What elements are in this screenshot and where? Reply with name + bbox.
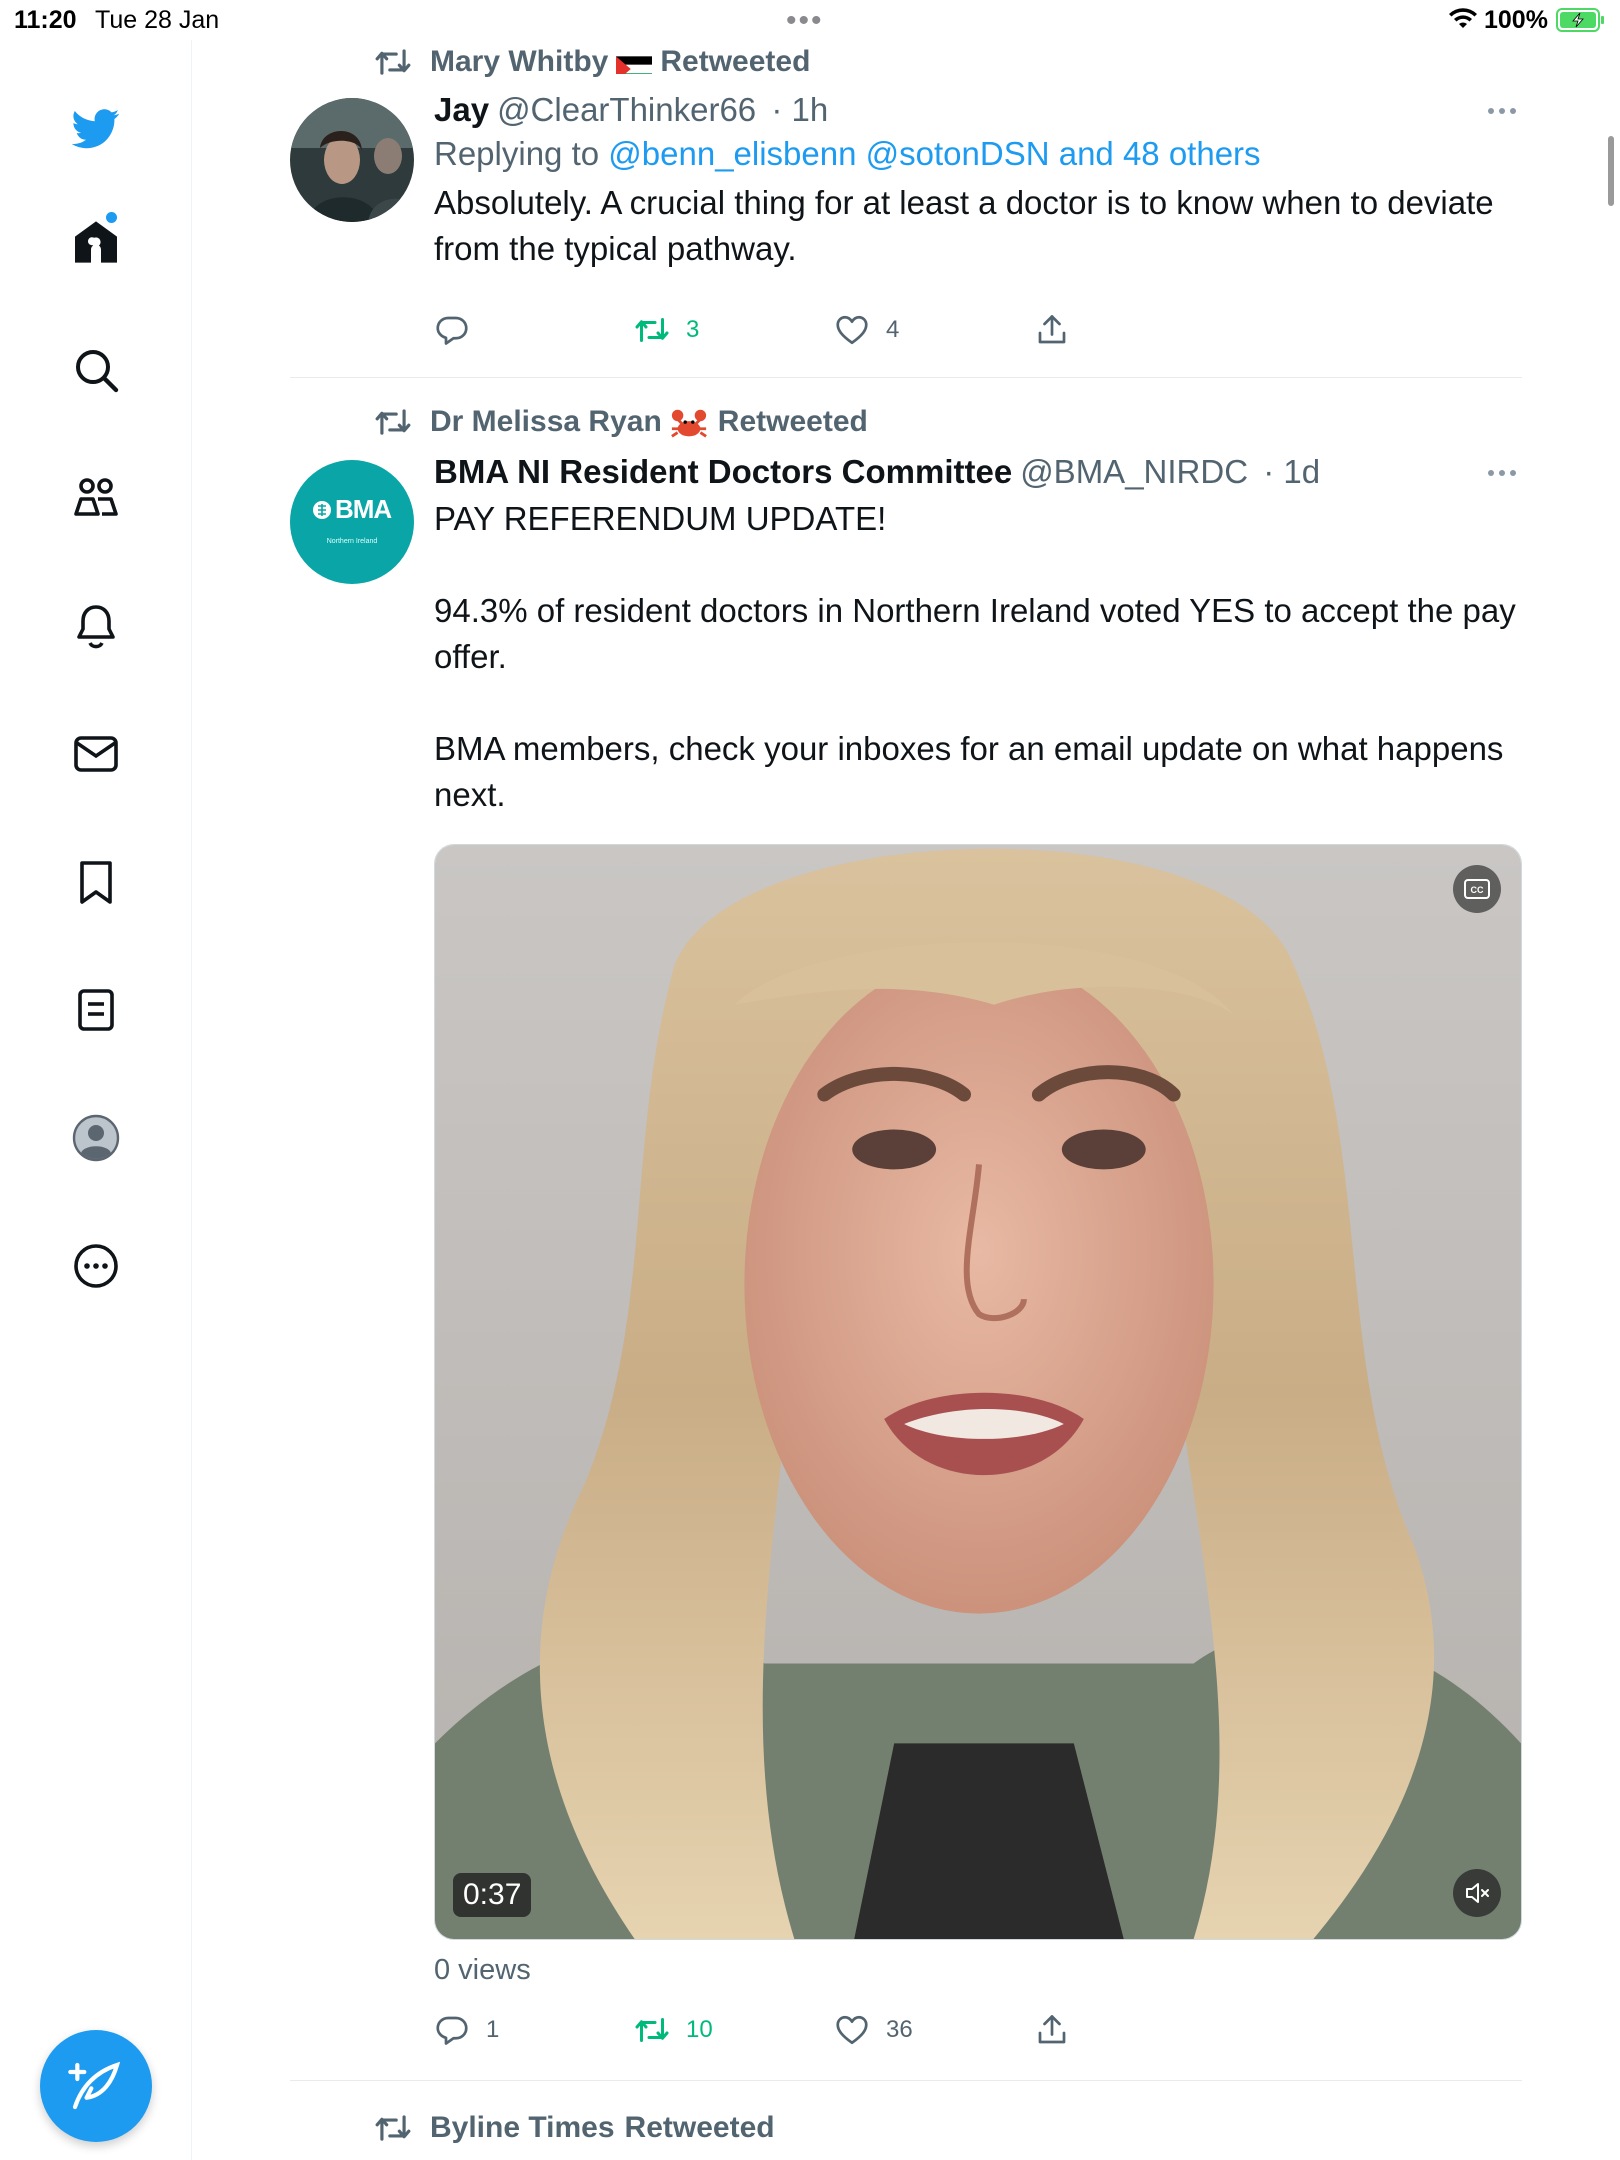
- replying-to-label: Replying to: [434, 135, 600, 172]
- communities-icon[interactable]: [56, 458, 136, 538]
- view-count: 0 views: [434, 1954, 531, 1986]
- retweeted-label: Retweeted: [660, 45, 811, 78]
- share-button[interactable]: [1034, 2008, 1086, 2052]
- retweet-icon: [375, 409, 411, 435]
- compose-button[interactable]: [40, 2030, 152, 2142]
- home-icon[interactable]: [56, 202, 136, 282]
- retweet-icon: [375, 2115, 411, 2141]
- captions-icon: CC: [1464, 879, 1490, 899]
- ellipsis-icon: [1488, 108, 1516, 114]
- retweet-header: Dr Melissa Ryan Retweeted: [374, 402, 868, 442]
- author-handle[interactable]: @BMA_NIRDC: [1020, 453, 1248, 490]
- tweet-header: Jay @ClearThinker66 · 1h: [434, 90, 1522, 130]
- captions-button[interactable]: CC: [1453, 865, 1501, 913]
- tweet-text: PAY REFERENDUM UPDATE! 94.3% of resident…: [434, 500, 1516, 813]
- status-bar: 11:20 Tue 28 Jan ••• 100%: [0, 0, 1620, 40]
- share-button[interactable]: [1034, 308, 1086, 352]
- replying-to-users-link[interactable]: @benn_elisbenn @sotonDSN and 48 others: [608, 135, 1260, 172]
- video-thumbnail: [435, 845, 1521, 1939]
- like-count: 36: [886, 2016, 913, 2043]
- search-icon[interactable]: [56, 330, 136, 410]
- tweet-divider: [290, 2080, 1522, 2081]
- multitasking-dots-icon[interactable]: •••: [786, 4, 824, 38]
- avatar[interactable]: BMA Northern Ireland: [290, 460, 414, 584]
- reply-button[interactable]: 1: [434, 2008, 499, 2052]
- bma-emblem-icon: [313, 500, 331, 519]
- like-button[interactable]: 36: [834, 2008, 913, 2052]
- retweeter-name[interactable]: Byline Times: [430, 2111, 615, 2145]
- sidebar: [0, 40, 192, 2160]
- tweet-actions: 3 4: [434, 308, 1134, 352]
- retweeted-label: Retweeted: [624, 2111, 775, 2144]
- retweet-count: 3: [686, 316, 700, 343]
- replying-to: Replying to @benn_elisbenn @sotonDSN and…: [434, 130, 1522, 178]
- retweet-count: 10: [686, 2016, 713, 2043]
- status-date: Tue 28 Jan: [95, 6, 220, 34]
- tweet-time[interactable]: · 1h: [771, 91, 828, 128]
- video-player[interactable]: CC 0:37: [434, 844, 1522, 1940]
- author-handle[interactable]: @ClearThinker66: [497, 91, 756, 128]
- bma-logo-text: BMA: [335, 494, 392, 524]
- retweet-button[interactable]: 3: [634, 308, 699, 352]
- like-count: 4: [886, 316, 900, 343]
- retweeter-name[interactable]: Dr Melissa Ryan: [430, 405, 662, 439]
- battery-charging-icon: [1556, 8, 1604, 32]
- messages-icon[interactable]: [56, 714, 136, 794]
- tweet-divider: [290, 377, 1522, 378]
- twitter-logo-icon[interactable]: [56, 88, 136, 168]
- profile-icon[interactable]: [56, 1098, 136, 1178]
- lists-icon[interactable]: [56, 970, 136, 1050]
- retweeter-name[interactable]: Mary Whitby: [430, 45, 608, 79]
- author-name[interactable]: Jay: [434, 91, 489, 128]
- heart-icon: [836, 2015, 868, 2045]
- retweet-icon: [635, 318, 669, 342]
- crab-emoji-icon: [670, 405, 710, 439]
- tweet-header: BMA NI Resident Doctors Committee @BMA_NI…: [434, 452, 1522, 492]
- reply-count: 1: [486, 2016, 500, 2043]
- new-activity-dot: [106, 212, 117, 223]
- more-options-button[interactable]: [1482, 96, 1522, 126]
- retweet-icon: [635, 2018, 669, 2042]
- tweet[interactable]: Mary Whitby Retweeted Jay @ClearThinker66…: [290, 40, 1522, 380]
- svg-text:CC: CC: [1471, 885, 1484, 895]
- reply-icon: [436, 2016, 468, 2045]
- bookmarks-icon[interactable]: [56, 842, 136, 922]
- retweet-header: Byline Times Retweeted: [374, 2108, 775, 2148]
- retweet-header: Mary Whitby Retweeted: [374, 42, 810, 82]
- wifi-icon: [1449, 8, 1477, 28]
- tweet-text: Absolutely. A crucial thing for at least…: [434, 184, 1503, 267]
- more-options-button[interactable]: [1482, 458, 1522, 488]
- retweet-button[interactable]: 10: [634, 2008, 713, 2052]
- reply-button[interactable]: [434, 308, 486, 352]
- author-name[interactable]: BMA NI Resident Doctors Committee: [434, 453, 1012, 490]
- bma-logo-subtitle: Northern Ireland: [326, 538, 378, 545]
- compose-icon: [68, 2061, 121, 2110]
- status-time: 11:20: [14, 6, 77, 34]
- battery-percent: 100%: [1484, 6, 1548, 34]
- volume-muted-icon: [1466, 1883, 1489, 1903]
- mute-button[interactable]: [1453, 1869, 1501, 1917]
- avatar[interactable]: [290, 98, 414, 222]
- share-icon: [1038, 315, 1066, 344]
- reply-icon: [436, 316, 468, 345]
- notifications-icon[interactable]: [56, 586, 136, 666]
- tweet[interactable]: Dr Melissa Ryan Retweeted BMA Northern I…: [290, 402, 1522, 2082]
- scrollbar[interactable]: [1608, 136, 1614, 206]
- retweeted-label: Retweeted: [717, 405, 868, 438]
- tweet[interactable]: Byline Times Retweeted: [290, 2108, 1522, 2160]
- share-icon: [1038, 2015, 1066, 2044]
- tweet-actions: 1 10 36: [434, 2008, 1134, 2052]
- more-icon[interactable]: [56, 1226, 136, 1306]
- palestine-flag-icon: [616, 50, 653, 74]
- like-button[interactable]: 4: [834, 308, 899, 352]
- bma-logo: BMA: [312, 494, 392, 525]
- tweet-time[interactable]: · 1d: [1263, 453, 1320, 490]
- video-duration: 0:37: [453, 1873, 532, 1917]
- ellipsis-icon: [1488, 470, 1516, 476]
- retweet-icon: [375, 49, 411, 75]
- heart-icon: [836, 315, 868, 345]
